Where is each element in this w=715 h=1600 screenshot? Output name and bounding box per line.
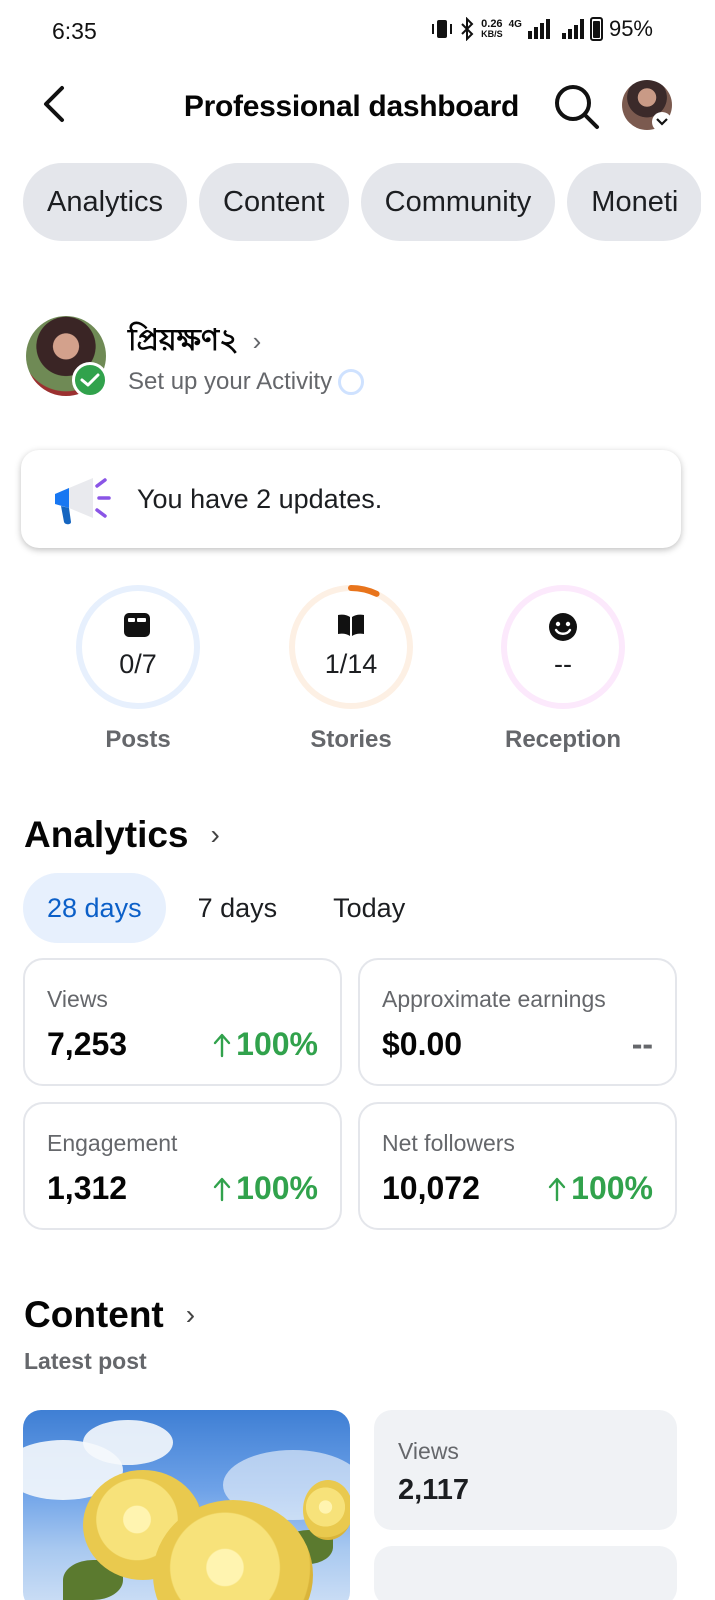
stat-card-engagement[interactable]: Engagement 1,312 100% [23,1102,342,1230]
posts-icon [123,612,153,642]
dashboard-tabs: Analytics Content Community Moneti [23,163,701,243]
period-28-days[interactable]: 28 days [23,873,166,943]
stat-change-value: -- [631,1026,653,1062]
analytics-title: Analytics [24,814,189,855]
arrow-up-icon [213,1177,231,1201]
stat-card-earnings[interactable]: Approximate earnings $0.00 -- [358,958,677,1086]
stat-label: Approximate earnings [382,986,606,1012]
arrow-up-icon [213,1033,231,1057]
stat-label: Views [47,986,108,1012]
tab-community[interactable]: Community [360,163,556,241]
stories-value: 1/14 [324,649,378,679]
stat-change: 100% [212,1026,318,1063]
posts-label: Posts [105,726,171,753]
stat-label: Engagement [47,1130,178,1156]
latest-post-thumbnail[interactable] [23,1410,350,1600]
ring-posts[interactable]: 0/7 Posts [48,582,228,754]
chevron-right-icon: › [210,819,220,850]
activity-setup-text: Set up your Activity [128,368,333,395]
analytics-header[interactable]: Analytics › [24,814,220,856]
latest-views-label: Views [398,1438,459,1464]
profile-name: প্রিয়ক্ষণ২ › [128,316,261,367]
latest-post-next-stat-card[interactable] [374,1546,677,1600]
profile-subtitle: Set up your Activity [128,368,365,396]
stat-value: 7,253 [47,1026,128,1062]
tab-analytics[interactable]: Analytics [23,163,188,241]
stat-change-value: 100% [571,1170,653,1206]
content-title: Content [24,1294,164,1335]
stat-label: Net followers [382,1130,515,1156]
tab-monetization[interactable]: Moneti [567,163,701,241]
reception-value: -- [554,649,572,679]
activity-progress-icon [338,369,365,395]
updates-text: You have 2 updates. [137,484,383,514]
net-speed: 0.26 KB/S [481,18,503,40]
profile-row[interactable]: প্রিয়ক্ষণ২ › Set up your Activity [26,316,686,398]
header: Professional dashboard [0,70,715,142]
latest-post-label: Latest post [24,1348,147,1374]
smiley-icon [548,612,578,642]
battery-icon [589,17,603,41]
net-speed-value: 0.26 [481,18,503,30]
stat-change: -- [632,1026,653,1063]
search-icon [555,85,599,129]
arrow-up-icon [548,1177,566,1201]
vibrate-icon [432,20,453,38]
bluetooth-icon [461,17,474,41]
posts-progress-ring [76,585,200,709]
stat-change-value: 100% [236,1026,318,1062]
network-type: 4G [508,18,522,30]
weekly-goals: 0/7 Posts 1/14 Stories -- Reception [0,582,715,762]
ring-reception[interactable]: -- Reception [473,582,653,754]
chevron-right-icon: › [185,1299,196,1330]
profile-name-text: প্রিয়ক্ষণ২ [128,323,239,358]
stat-change-value: 100% [236,1170,318,1206]
stat-change: 100% [547,1170,653,1207]
status-icons: 0.26 KB/S 4G 95% [431,16,653,42]
stat-value: 10,072 [382,1170,480,1206]
stat-value: 1,312 [47,1170,128,1206]
tab-content[interactable]: Content [199,163,349,241]
chevron-down-icon [652,112,672,132]
page-title: Professional dashboard [183,90,520,123]
stories-progress-ring [289,585,413,709]
updates-card[interactable]: You have 2 updates. [21,450,681,548]
stat-value: $0.00 [382,1026,463,1062]
battery-level: 95% [608,16,653,41]
status-bar: 6:35 0.26 KB/S 4G 95% [0,0,715,64]
net-speed-unit: KB/S [481,29,503,39]
stat-change: 100% [212,1170,318,1207]
book-icon [336,612,366,642]
period-today[interactable]: Today [309,873,429,943]
period-selector: 28 days 7 days Today [23,873,437,943]
posts-value: 0/7 [119,649,157,679]
signal-2-icon [561,19,584,39]
check-icon [72,362,108,398]
stat-card-views[interactable]: Views 7,253 100% [23,958,342,1086]
status-time: 6:35 [52,18,97,44]
latest-views-value: 2,117 [398,1474,469,1506]
stat-card-net-followers[interactable]: Net followers 10,072 100% [358,1102,677,1230]
signal-icon [527,19,550,39]
reception-label: Reception [504,726,621,753]
megaphone-icon [55,478,111,525]
content-header[interactable]: Content › [24,1294,195,1336]
period-7-days[interactable]: 7 days [174,873,302,943]
latest-post-views-card[interactable]: Views 2,117 [374,1410,677,1530]
chevron-right-icon: › [252,326,262,356]
stories-label: Stories [310,726,392,753]
ring-stories[interactable]: 1/14 Stories [261,582,441,754]
search-button[interactable] [552,82,600,130]
reception-progress-ring [501,585,625,709]
